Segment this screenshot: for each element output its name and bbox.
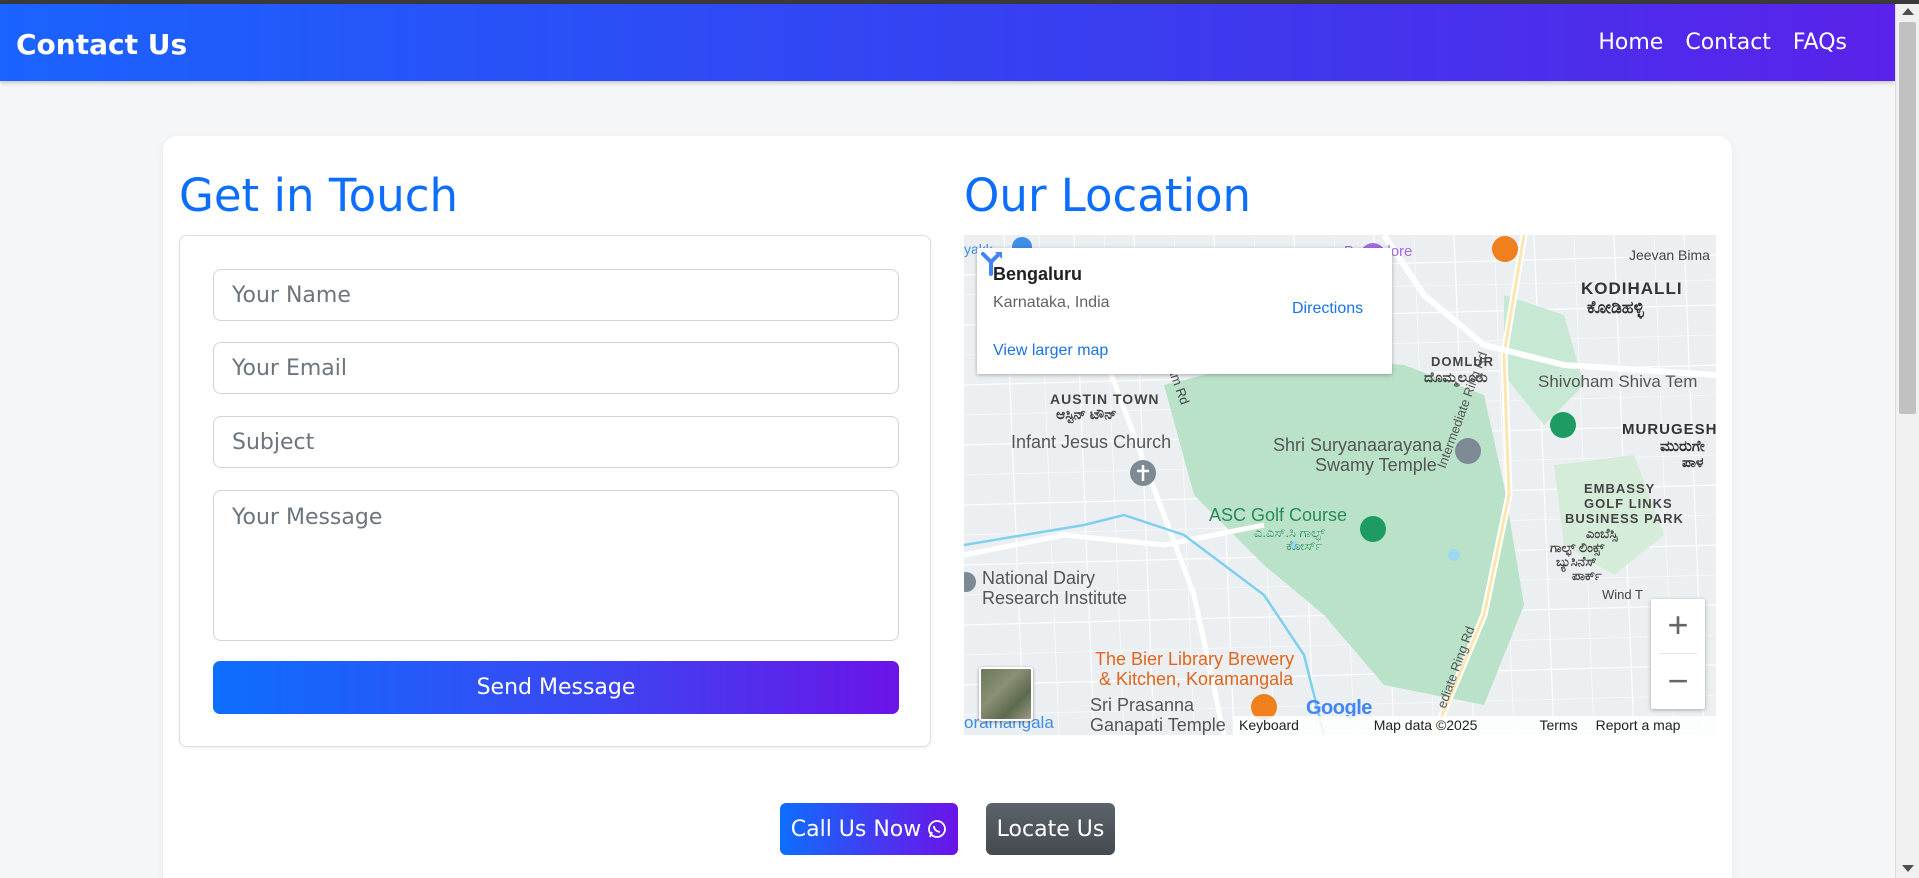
map-place-region: Karnataka, India xyxy=(993,294,1110,311)
map-label-bier-1: The Bier Library Brewery xyxy=(1095,649,1295,669)
send-message-button[interactable]: Send Message xyxy=(213,661,899,714)
bar-pin-icon xyxy=(1492,236,1518,262)
message-textarea[interactable] xyxy=(213,490,899,641)
whatsapp-icon xyxy=(928,820,947,838)
subject-input[interactable] xyxy=(213,416,899,468)
map-label-asc-golf: ASC Golf Course xyxy=(1209,505,1348,525)
nav-links: Home Contact FAQs xyxy=(1598,30,1847,55)
map-label-wind-t: Wind T xyxy=(1602,587,1643,602)
nav-link-contact[interactable]: Contact xyxy=(1685,30,1771,55)
map-place-name: Bengaluru xyxy=(993,264,1083,284)
zoom-in-button[interactable]: + xyxy=(1651,599,1705,653)
directions-icon[interactable] xyxy=(977,248,1005,276)
email-input[interactable] xyxy=(213,342,899,394)
map-label-asc-golf-kn-2: ಕೋರ್ಸ್ xyxy=(1286,538,1323,553)
nav-link-faqs[interactable]: FAQs xyxy=(1793,30,1847,55)
map-label-prasanna-2: Ganapati Temple xyxy=(1090,715,1226,735)
map-label-suryanaarayana-1: Shri Suryanaarayana xyxy=(1273,435,1443,455)
navbar-brand[interactable]: Contact Us xyxy=(16,28,187,61)
map-label-embassy-2: GOLF LINKS xyxy=(1584,496,1673,511)
location-title: Our Location xyxy=(964,169,1252,222)
map-label-embassy-kn-4: ಪಾರ್ಕ್ xyxy=(1572,568,1602,583)
locate-us-button[interactable]: Locate Us xyxy=(986,803,1115,855)
nav-link-home[interactable]: Home xyxy=(1598,30,1663,55)
golf-pin-icon-2 xyxy=(1360,516,1386,542)
map-info-card: Bengaluru Karnataka, India View larger m… xyxy=(977,248,1392,374)
map-label-kodihalli-kn: ಕೋಡಿಹಳ್ಳಿ xyxy=(1587,298,1644,317)
map-label-jeevan-bima: Jeevan Bima xyxy=(1629,247,1710,263)
map-data-text: Map data ©2025 Google xyxy=(1373,717,1478,735)
map-label-embassy-3: BUSINESS PARK xyxy=(1565,511,1684,526)
map-label-murugesh-kn: ಮುರುಗೇ xyxy=(1660,438,1705,455)
view-larger-map-link[interactable]: View larger map xyxy=(993,342,1108,360)
map-label-murugesh-kn2: ಪಾಳ xyxy=(1682,454,1704,470)
map-label-suryanaarayana-2: Swamy Temple xyxy=(1315,455,1437,475)
map-label-bier-2: & Kitchen, Koramangala xyxy=(1099,669,1294,689)
contact-card: Get in Touch Our Location Send Message xyxy=(163,136,1732,878)
report-map-error-link[interactable]: Report a map error xyxy=(1596,717,1710,735)
zoom-controls: + − xyxy=(1651,599,1705,709)
call-us-label: Call Us Now xyxy=(790,816,922,842)
map-label-prasanna-1: Sri Prasanna xyxy=(1090,695,1195,715)
map-label-embassy-1: EMBASSY xyxy=(1584,481,1656,496)
zoom-out-button[interactable]: − xyxy=(1651,655,1705,709)
golf-pin-icon xyxy=(1550,412,1576,438)
temple-pin-icon-2 xyxy=(1455,438,1481,464)
name-input[interactable] xyxy=(213,269,899,321)
call-us-button[interactable]: Call Us Now xyxy=(780,803,958,855)
map-label-austin-town: AUSTIN TOWN xyxy=(1050,391,1160,407)
keyboard-shortcuts-link[interactable]: Keyboard shortcuts xyxy=(1239,717,1356,735)
map-label-infant-jesus: Infant Jesus Church xyxy=(1011,432,1172,452)
scroll-down-arrow-icon[interactable] xyxy=(1902,865,1914,872)
map-label-ndri-2: Research Institute xyxy=(982,588,1128,608)
contact-form: Send Message xyxy=(179,235,931,747)
page-scrollbar[interactable] xyxy=(1895,4,1919,878)
navbar: Contact Us Home Contact FAQs xyxy=(0,4,1895,81)
scroll-up-arrow-icon[interactable] xyxy=(1902,8,1914,15)
contact-form-title: Get in Touch xyxy=(179,169,458,222)
map-label-murugesh: MURUGESH xyxy=(1622,421,1716,438)
map-embed[interactable]: Bangalore Jeevan Bima yakk KODIHALLI ಕೋಡ… xyxy=(964,235,1716,735)
map-label-austin-town-kn: ಆಸ್ಟಿನ್ ಟೌನ್ xyxy=(1056,406,1117,422)
satellite-toggle[interactable] xyxy=(979,667,1033,721)
terms-link[interactable]: Terms xyxy=(1539,717,1577,734)
map-label-shivoham: Shivoham Shiva Tem xyxy=(1538,372,1698,391)
directions-link[interactable]: Directions xyxy=(1292,300,1363,318)
map-label-ndri-1: National Dairy xyxy=(982,568,1096,588)
scroll-thumb[interactable] xyxy=(1899,22,1916,414)
map-attribution: Keyboard shortcuts Map data ©2025 Google… xyxy=(1233,716,1716,735)
zoom-divider xyxy=(1659,653,1697,654)
map-label-kodihalli: KODIHALLI xyxy=(1581,279,1683,298)
